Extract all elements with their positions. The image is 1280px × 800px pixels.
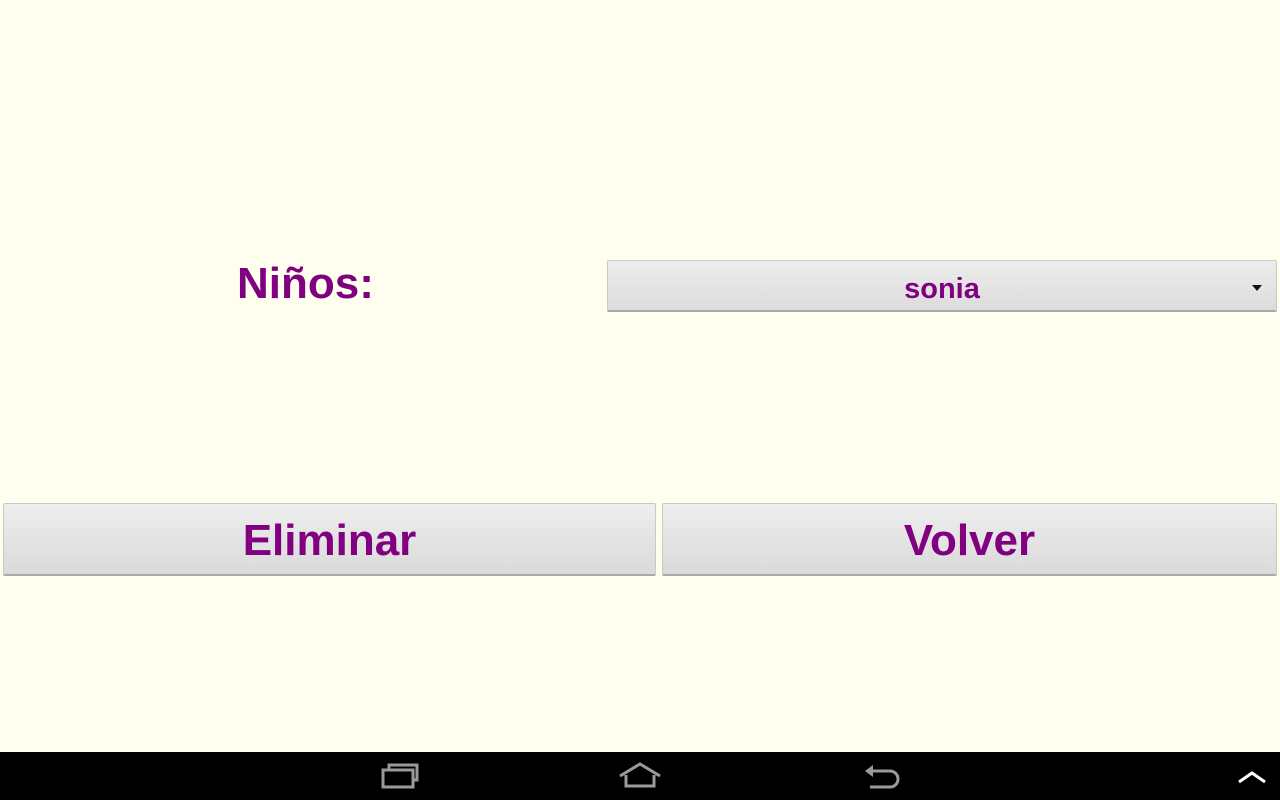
ninos-spinner[interactable]: sonia: [607, 260, 1277, 312]
recent-apps-icon[interactable]: [380, 760, 420, 792]
dropdown-arrow-icon: [1252, 285, 1262, 291]
chevron-up-icon[interactable]: [1236, 760, 1268, 792]
ninos-selected-value: sonia: [904, 273, 980, 305]
ninos-label: Niños:: [237, 259, 374, 308]
eliminar-button[interactable]: Eliminar: [3, 503, 656, 576]
back-icon[interactable]: [862, 760, 902, 792]
app-screen: Niños: sonia Eliminar Volver: [0, 0, 1280, 800]
home-icon[interactable]: [617, 760, 663, 792]
volver-button[interactable]: Volver: [662, 503, 1277, 576]
system-navigation-bar: [0, 752, 1280, 800]
